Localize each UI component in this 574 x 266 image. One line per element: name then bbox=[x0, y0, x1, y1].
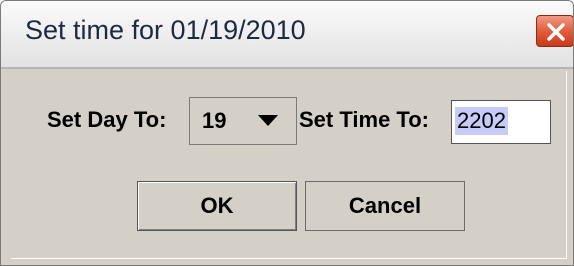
day-dropdown[interactable]: 19 bbox=[189, 97, 297, 145]
ok-button[interactable]: OK bbox=[137, 181, 297, 231]
close-button[interactable] bbox=[536, 15, 573, 47]
title-bar[interactable]: Set time for 01/19/2010 bbox=[1, 1, 573, 69]
time-input-value: 2202 bbox=[455, 107, 508, 135]
chevron-down-icon[interactable] bbox=[258, 115, 278, 126]
day-label: Set Day To: bbox=[47, 107, 167, 132]
dialog-content: Set Day To: 19 Set Time To: 2202 OK Canc… bbox=[11, 71, 567, 259]
set-time-dialog: Set time for 01/19/2010 Set Day To: 19 S… bbox=[0, 0, 574, 266]
dialog-title: Set time for 01/19/2010 bbox=[25, 15, 306, 45]
day-dropdown-value: 19 bbox=[202, 108, 227, 133]
cancel-button[interactable]: Cancel bbox=[305, 181, 465, 231]
time-input[interactable]: 2202 bbox=[451, 100, 551, 144]
close-icon bbox=[547, 23, 565, 41]
time-label: Set Time To: bbox=[299, 107, 429, 132]
